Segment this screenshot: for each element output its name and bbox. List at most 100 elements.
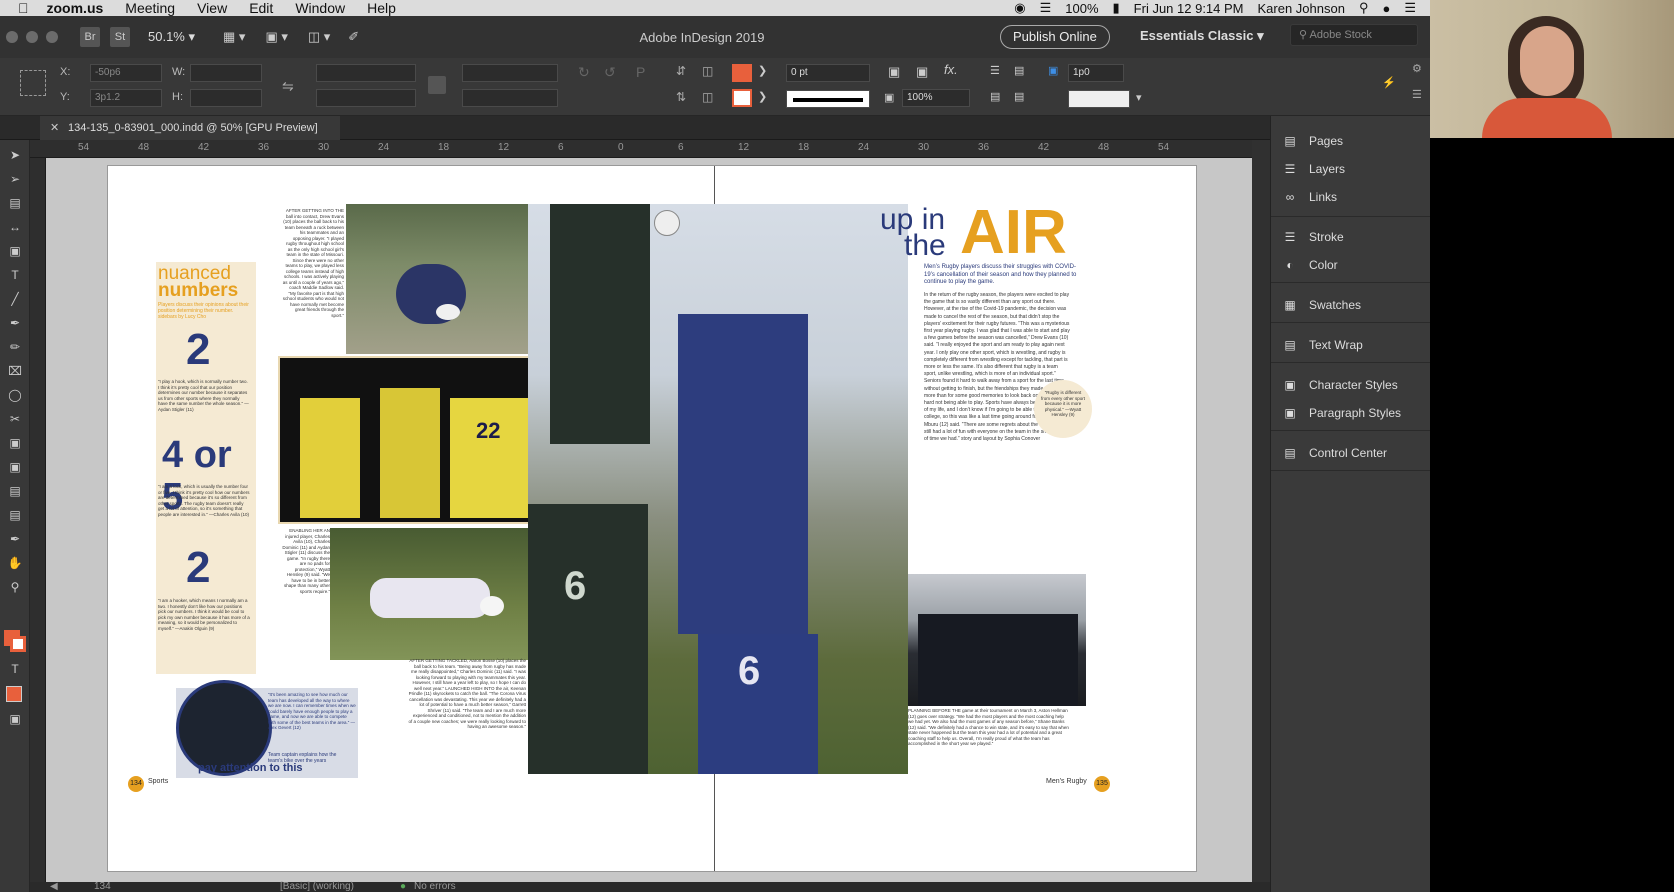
photo-diving-player[interactable]: [330, 528, 528, 660]
constrain-proportions-icon[interactable]: ⇋: [282, 78, 294, 95]
photo-team-strategy[interactable]: [908, 574, 1086, 706]
zoom-level-select[interactable]: 50.1% ▾: [148, 29, 195, 45]
align-icon[interactable]: ▣: [1048, 64, 1058, 77]
control-settings-icon[interactable]: ⚙: [1412, 62, 1422, 75]
line-tool-icon[interactable]: ╱: [7, 292, 23, 306]
flip-horizontal-icon[interactable]: ⇵: [676, 64, 686, 78]
panel-swatches[interactable]: ▦ Swatches: [1281, 292, 1361, 318]
photo-team-huddle[interactable]: 22: [278, 356, 558, 524]
adobe-stock-search[interactable]: ⚲ Adobe Stock: [1290, 24, 1418, 46]
zoom-status-icon[interactable]: ◉: [1014, 0, 1025, 16]
free-transform-tool-icon[interactable]: ▣: [7, 436, 23, 450]
zoom-window-button[interactable]: [46, 31, 58, 43]
photo-lineout[interactable]: 6 6: [528, 204, 908, 774]
text-wrap-none-icon[interactable]: ☰: [990, 64, 1000, 77]
gradient-feather-tool-icon[interactable]: ▤: [7, 484, 23, 498]
apple-icon[interactable]: : [18, 0, 29, 16]
menu-view[interactable]: View: [197, 0, 227, 16]
auto-fit-icon[interactable]: ▣: [888, 64, 900, 80]
menu-clock[interactable]: Fri Jun 12 9:14 PM: [1134, 1, 1244, 16]
apply-color-icon[interactable]: [6, 686, 22, 702]
gradient-tool-icon[interactable]: ▣: [7, 460, 23, 474]
rotation-angle-field[interactable]: [462, 64, 558, 82]
constrain-scale-icon[interactable]: [428, 76, 446, 94]
eyedropper-tool-icon[interactable]: ✒: [7, 532, 23, 546]
canvas-vertical-scrollbar[interactable]: [1252, 140, 1270, 882]
siri-icon[interactable]: ●: [1382, 1, 1390, 16]
flip-vertical-icon[interactable]: ⇅: [676, 90, 686, 104]
page-tool-icon[interactable]: ▤: [7, 196, 23, 210]
zoom-tool-icon[interactable]: ⚲: [7, 580, 23, 594]
panel-pages[interactable]: ▤ Pages: [1281, 128, 1343, 154]
scale-y-field[interactable]: [316, 89, 416, 107]
place-icon[interactable]: P: [636, 64, 645, 80]
close-window-button[interactable]: [6, 31, 18, 43]
menu-user[interactable]: Karen Johnson: [1258, 1, 1345, 16]
rotate-ccw-icon[interactable]: ↺: [604, 64, 616, 81]
drop-shadow-icon[interactable]: ▣: [916, 64, 928, 80]
pen-tool-icon[interactable]: ✒: [7, 316, 23, 330]
view-options-icon[interactable]: ▦ ▾: [223, 29, 245, 45]
arrange-documents-icon[interactable]: ◫ ▾: [308, 29, 330, 45]
object-style-select[interactable]: [1068, 90, 1130, 108]
first-page-icon[interactable]: ◀: [50, 881, 58, 892]
screen-mode-tool-icon[interactable]: ▣: [7, 712, 23, 726]
photo-ruck[interactable]: [346, 204, 528, 354]
menu-meeting[interactable]: Meeting: [125, 0, 175, 16]
control-menu-icon[interactable]: ☰: [1412, 88, 1422, 101]
frame-fitting-icon[interactable]: ▤: [990, 90, 1000, 103]
document-tab[interactable]: ✕ 134-135_0-83901_000.indd @ 50% [GPU Pr…: [40, 116, 340, 140]
menu-window[interactable]: Window: [295, 0, 345, 16]
stock-button[interactable]: St: [110, 27, 130, 47]
rotate-cw-icon[interactable]: ↻: [578, 64, 590, 81]
pencil-tool-icon[interactable]: ✏: [7, 340, 23, 354]
panel-stroke[interactable]: ☰ Stroke: [1281, 224, 1344, 250]
width-field[interactable]: [190, 64, 262, 82]
panel-links[interactable]: ∞ Links: [1281, 184, 1337, 210]
panel-layers[interactable]: ☰ Layers: [1281, 156, 1345, 182]
sidebar-nuanced-numbers[interactable]: nuanced numbers Players discuss their op…: [156, 262, 256, 674]
formatting-affects-text-icon[interactable]: T: [7, 662, 23, 676]
content-collector-icon[interactable]: ▣: [7, 244, 23, 258]
type-tool-icon[interactable]: T: [7, 268, 23, 282]
panel-color[interactable]: ◐ Color: [1281, 252, 1337, 278]
stroke-color-swatch[interactable]: [10, 636, 26, 652]
direct-selection-tool-icon[interactable]: ➢: [7, 172, 23, 186]
menu-help[interactable]: Help: [367, 0, 396, 16]
minimize-window-button[interactable]: [26, 31, 38, 43]
stroke-swatch[interactable]: [732, 89, 752, 107]
fill-swatch[interactable]: [732, 64, 752, 82]
publish-online-button[interactable]: Publish Online: [1000, 25, 1110, 49]
selection-tool-icon[interactable]: ➤: [7, 148, 23, 162]
rectangle-frame-tool-icon[interactable]: ⌧: [7, 364, 23, 378]
stroke-menu-chevron-icon[interactable]: ❯: [758, 90, 767, 103]
preflight-profile[interactable]: [Basic] (working): [280, 881, 354, 892]
panel-paragraph-styles[interactable]: ▣ Paragraph Styles: [1281, 400, 1401, 426]
scale-x-field[interactable]: [316, 64, 416, 82]
fit-content-icon[interactable]: ▤: [1014, 90, 1024, 103]
height-field[interactable]: [190, 89, 262, 107]
workspace-switcher[interactable]: Essentials Classic ▾: [1140, 28, 1264, 44]
panel-character-styles[interactable]: ▣ Character Styles: [1281, 372, 1397, 398]
page-number-field[interactable]: 134: [94, 881, 111, 892]
ellipse-tool-icon[interactable]: ◯: [7, 388, 23, 402]
page-spread[interactable]: nuanced numbers Players discuss their op…: [108, 166, 1196, 871]
x-position-field[interactable]: -50p6: [90, 64, 162, 82]
select-container-icon[interactable]: ◫: [702, 64, 713, 78]
hand-tool-icon[interactable]: ✋: [7, 556, 23, 570]
menu-app-name[interactable]: zoom.us: [47, 0, 104, 16]
select-content-icon[interactable]: ◫: [702, 90, 713, 104]
reference-point-icon[interactable]: [20, 70, 46, 96]
close-tab-icon[interactable]: ✕: [50, 116, 59, 140]
object-style-chevron-icon[interactable]: ▾: [1136, 91, 1142, 104]
document-canvas[interactable]: nuanced numbers Players discuss their op…: [46, 158, 1252, 882]
scissors-tool-icon[interactable]: ✂: [7, 412, 23, 426]
opacity-field[interactable]: 100%: [902, 89, 970, 107]
spacing-field[interactable]: 1p0: [1068, 64, 1124, 82]
wifi-icon[interactable]: ☰: [1040, 0, 1052, 16]
stroke-type-select[interactable]: [786, 90, 870, 108]
screen-mode-icon[interactable]: ▣ ▾: [265, 29, 287, 45]
fill-menu-chevron-icon[interactable]: ❯: [758, 64, 767, 77]
y-position-field[interactable]: 3p1.2: [90, 89, 162, 107]
panel-text-wrap[interactable]: ▤ Text Wrap: [1281, 332, 1362, 358]
